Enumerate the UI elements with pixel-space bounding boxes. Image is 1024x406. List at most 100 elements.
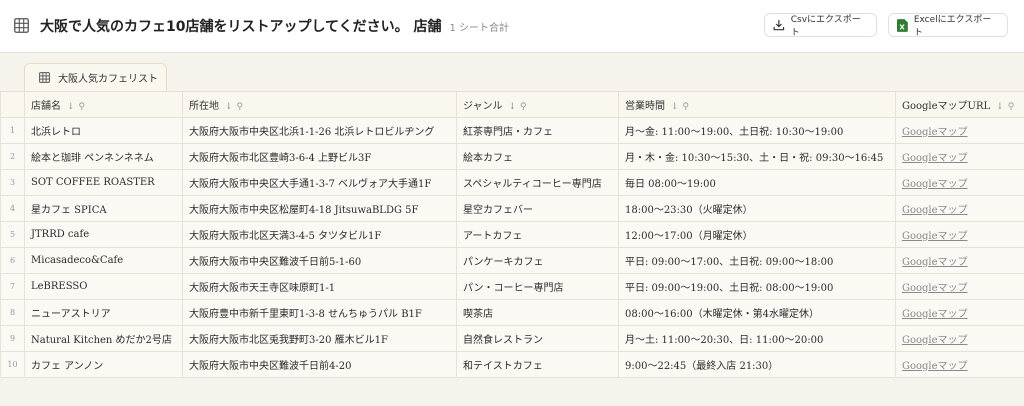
cell-address[interactable]: 大阪府大阪市中央区松屋町4-18 JitsuwaBLDG 5F — [182, 195, 457, 222]
sort-arrow-icon[interactable]: ↓ — [225, 102, 233, 112]
pin-icon[interactable]: ⚲ — [79, 102, 86, 112]
sort-arrow-icon[interactable]: ↓ — [996, 102, 1004, 112]
export-csv-button[interactable]: Csvにエクスポート — [764, 13, 877, 38]
cell-address[interactable]: 大阪府大阪市中央区難波千日前4-20 — [182, 351, 457, 378]
table-row: 1 北浜レトロ 大阪府大阪市中央区北浜1-1-26 北浜レトロビルヂング 紅茶専… — [0, 117, 1024, 144]
google-map-link[interactable]: Googleマップ — [902, 283, 968, 294]
table-row: 10 カフェ アンノン 大阪府大阪市中央区難波千日前4-20 和テイストカフェ … — [0, 351, 1024, 378]
row-number: 6 — [0, 247, 25, 274]
pin-icon[interactable]: ⚲ — [237, 102, 244, 112]
cell-hours[interactable]: 月～土: 11:00～20:30、日: 11:00～20:00 — [618, 325, 896, 352]
row-number: 7 — [0, 273, 25, 300]
google-map-link[interactable]: Googleマップ — [902, 335, 968, 346]
cell-name[interactable]: 絵本と珈琲 ペンネンネネム — [24, 143, 183, 170]
table-row: 9 Natural Kitchen めだか2号店 大阪府大阪市北区兎我野町3-2… — [0, 325, 1024, 352]
cell-hours[interactable]: 月～金: 11:00～19:00、土日祝: 10:30～19:00 — [618, 117, 896, 144]
cell-url: Googleマップ — [895, 325, 1024, 352]
column-header-label: 店舗名 — [31, 101, 61, 112]
cell-genre[interactable]: 紅茶専門店・カフェ — [456, 117, 619, 144]
cell-genre[interactable]: パンケーキカフェ — [456, 247, 619, 274]
table-grid-icon — [14, 18, 29, 33]
table-row: 2 絵本と珈琲 ペンネンネネム 大阪府大阪市北区豊崎3-6-4 上野ビル3F 絵… — [0, 143, 1024, 170]
google-map-link[interactable]: Googleマップ — [902, 179, 968, 190]
cell-address[interactable]: 大阪府大阪市天王寺区味原町1-1 — [182, 273, 457, 300]
cell-hours[interactable]: 月・木・金: 10:30～15:30、土・日・祝: 09:30～16:45 — [618, 143, 896, 170]
sheet-count: 1 シート合計 — [449, 23, 510, 34]
table-row: 7 LeBRESSO 大阪府大阪市天王寺区味原町1-1 パン・コーヒー専門店 平… — [0, 273, 1024, 300]
cell-hours[interactable]: 平日: 09:00～19:00、土日祝: 08:00～19:00 — [618, 273, 896, 300]
cell-name[interactable]: SOT COFFEE ROASTER — [24, 169, 183, 196]
cell-genre[interactable]: スペシャルティコーヒー専門店 — [456, 169, 619, 196]
cell-hours[interactable]: 12:00～17:00（月曜定休） — [618, 221, 896, 248]
excel-file-icon — [897, 18, 908, 32]
cell-genre[interactable]: 自然食レストラン — [456, 325, 619, 352]
cell-genre[interactable]: 和テイストカフェ — [456, 351, 619, 378]
google-map-link[interactable]: Googleマップ — [902, 257, 968, 268]
pin-icon[interactable]: ⚲ — [520, 102, 527, 112]
cell-hours[interactable]: 9:00～22:45（最終入店 21:30） — [618, 351, 896, 378]
cell-address[interactable]: 大阪府大阪市中央区大手通1-3-7 ベルヴォア大手通1F — [182, 169, 457, 196]
cell-address[interactable]: 大阪府大阪市北区豊崎3-6-4 上野ビル3F — [182, 143, 457, 170]
google-map-link[interactable]: Googleマップ — [902, 361, 968, 372]
cell-genre[interactable]: 喫茶店 — [456, 299, 619, 326]
cell-name[interactable]: Natural Kitchen めだか2号店 — [24, 325, 183, 352]
cell-hours[interactable]: 平日: 09:00～17:00、土日祝: 09:00～18:00 — [618, 247, 896, 274]
table-row: 8 ニューアストリア 大阪府豊中市新千里東町1-3-8 せんちゅうパル B1F … — [0, 299, 1024, 326]
cell-address[interactable]: 大阪府大阪市中央区難波千日前5-1-60 — [182, 247, 457, 274]
sheet-tab[interactable]: 大阪人気カフェリスト — [24, 63, 167, 91]
row-number-header — [0, 91, 25, 118]
google-map-link[interactable]: Googleマップ — [902, 231, 968, 242]
cell-name[interactable]: JTRRD cafe — [24, 221, 183, 248]
google-map-link[interactable]: Googleマップ — [902, 153, 968, 164]
row-number: 1 — [0, 117, 25, 144]
row-number: 9 — [0, 325, 25, 352]
cell-address[interactable]: 大阪府豊中市新千里東町1-3-8 せんちゅうパル B1F — [182, 299, 457, 326]
cell-url: Googleマップ — [895, 117, 1024, 144]
column-header-label: GoogleマップURL — [902, 101, 991, 112]
column-header-label: 所在地 — [189, 101, 219, 112]
row-number: 8 — [0, 299, 25, 326]
sort-arrow-icon[interactable]: ↓ — [671, 102, 679, 112]
column-header-label: ジャンル — [463, 101, 503, 112]
cell-genre[interactable]: アートカフェ — [456, 221, 619, 248]
pin-icon[interactable]: ⚲ — [683, 102, 690, 112]
page-title: 大阪で人気のカフェ10店舗をリストアップしてください。 店舗 1 シート合計 — [40, 16, 509, 36]
cell-hours[interactable]: 毎日 08:00～19:00 — [618, 169, 896, 196]
column-header-genre[interactable]: ジャンル ↓ ⚲ — [456, 91, 619, 118]
column-header-hours[interactable]: 営業時間 ↓ ⚲ — [618, 91, 896, 118]
cell-name[interactable]: ニューアストリア — [24, 299, 183, 326]
sort-arrow-icon[interactable]: ↓ — [509, 102, 517, 112]
column-header-address[interactable]: 所在地 ↓ ⚲ — [182, 91, 457, 118]
cell-hours[interactable]: 08:00～16:00（木曜定休・第4水曜定休） — [618, 299, 896, 326]
cell-genre[interactable]: パン・コーヒー専門店 — [456, 273, 619, 300]
cell-hours[interactable]: 18:00～23:30（火曜定休） — [618, 195, 896, 222]
pin-icon[interactable]: ⚲ — [1008, 102, 1015, 112]
sheet-tab-bar: 大阪人気カフェリスト — [0, 53, 1024, 91]
cell-url: Googleマップ — [895, 247, 1024, 274]
cell-name[interactable]: 星カフェ SPICA — [24, 195, 183, 222]
cell-name[interactable]: 北浜レトロ — [24, 117, 183, 144]
table-row: 4 星カフェ SPICA 大阪府大阪市中央区松屋町4-18 JitsuwaBLD… — [0, 195, 1024, 222]
sort-arrow-icon[interactable]: ↓ — [67, 102, 75, 112]
cell-genre[interactable]: 星空カフェバー — [456, 195, 619, 222]
google-map-link[interactable]: Googleマップ — [902, 309, 968, 320]
column-header-url[interactable]: GoogleマップURL ↓ ⚲ — [895, 91, 1024, 118]
cell-address[interactable]: 大阪府大阪市北区兎我野町3-20 雁木ビル1F — [182, 325, 457, 352]
table-row: 6 Micasadeco&Cafe 大阪府大阪市中央区難波千日前5-1-60 パ… — [0, 247, 1024, 274]
cell-url: Googleマップ — [895, 169, 1024, 196]
cell-address[interactable]: 大阪府大阪市中央区北浜1-1-26 北浜レトロビルヂング — [182, 117, 457, 144]
cell-name[interactable]: LeBRESSO — [24, 273, 183, 300]
google-map-link[interactable]: Googleマップ — [902, 205, 968, 216]
cell-address[interactable]: 大阪府大阪市北区天満3-4-5 タツタビル1F — [182, 221, 457, 248]
data-table: 店舗名 ↓ ⚲ 所在地 ↓ ⚲ ジャンル ↓ ⚲ 営業時間 ↓ ⚲ GoogleマップURL ↓ ⚲… — [0, 91, 1024, 378]
google-map-link[interactable]: Googleマップ — [902, 127, 968, 138]
export-excel-button[interactable]: Excelにエクスポート — [888, 13, 1008, 38]
cell-url: Googleマップ — [895, 273, 1024, 300]
column-header-name[interactable]: 店舗名 ↓ ⚲ — [24, 91, 183, 118]
page-title-text: 大阪で人気のカフェ10店舗をリストアップしてください。 店舗 — [40, 19, 442, 35]
cell-name[interactable]: Micasadeco&Cafe — [24, 247, 183, 274]
cell-genre[interactable]: 絵本カフェ — [456, 143, 619, 170]
cell-name[interactable]: カフェ アンノン — [24, 351, 183, 378]
row-number: 10 — [0, 351, 25, 378]
top-header: 大阪で人気のカフェ10店舗をリストアップしてください。 店舗 1 シート合計 Cs… — [0, 0, 1024, 53]
